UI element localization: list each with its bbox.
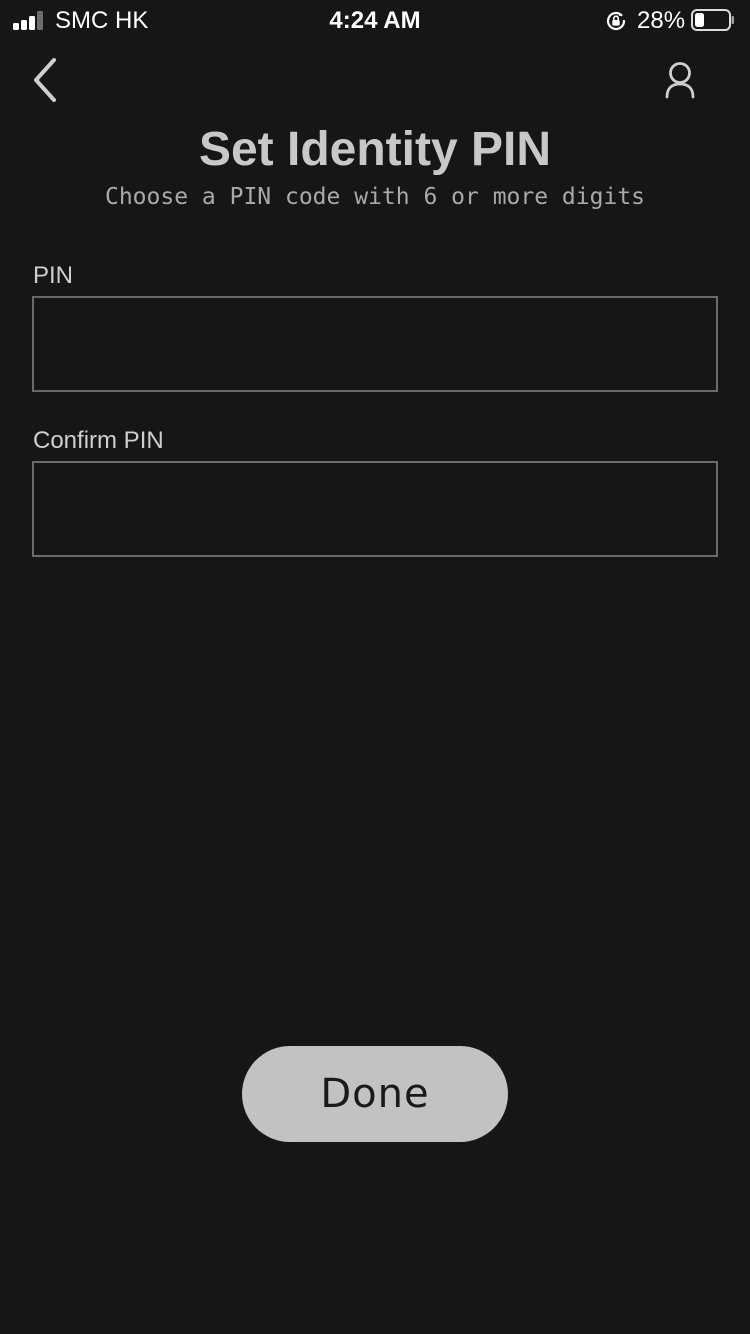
page-title: Set Identity PIN bbox=[198, 123, 552, 176]
page-subtitle: Choose a PIN code with 6 or more digits bbox=[104, 184, 646, 210]
profile-button[interactable] bbox=[658, 58, 702, 102]
status-bar: SMC HK 4:24 AM 28% bbox=[0, 0, 750, 40]
confirm-pin-input[interactable] bbox=[32, 461, 718, 557]
battery-icon bbox=[691, 9, 734, 31]
confirm-pin-label: Confirm PIN bbox=[33, 427, 164, 454]
battery-percentage: 28% bbox=[637, 7, 686, 34]
chevron-left-icon bbox=[34, 58, 56, 102]
pin-label: PIN bbox=[33, 262, 74, 289]
done-button[interactable]: Done bbox=[242, 1046, 508, 1142]
rotation-lock-icon bbox=[606, 11, 626, 31]
back-button[interactable] bbox=[24, 54, 68, 106]
pin-input[interactable] bbox=[32, 296, 718, 392]
person-outline-icon bbox=[665, 62, 695, 99]
